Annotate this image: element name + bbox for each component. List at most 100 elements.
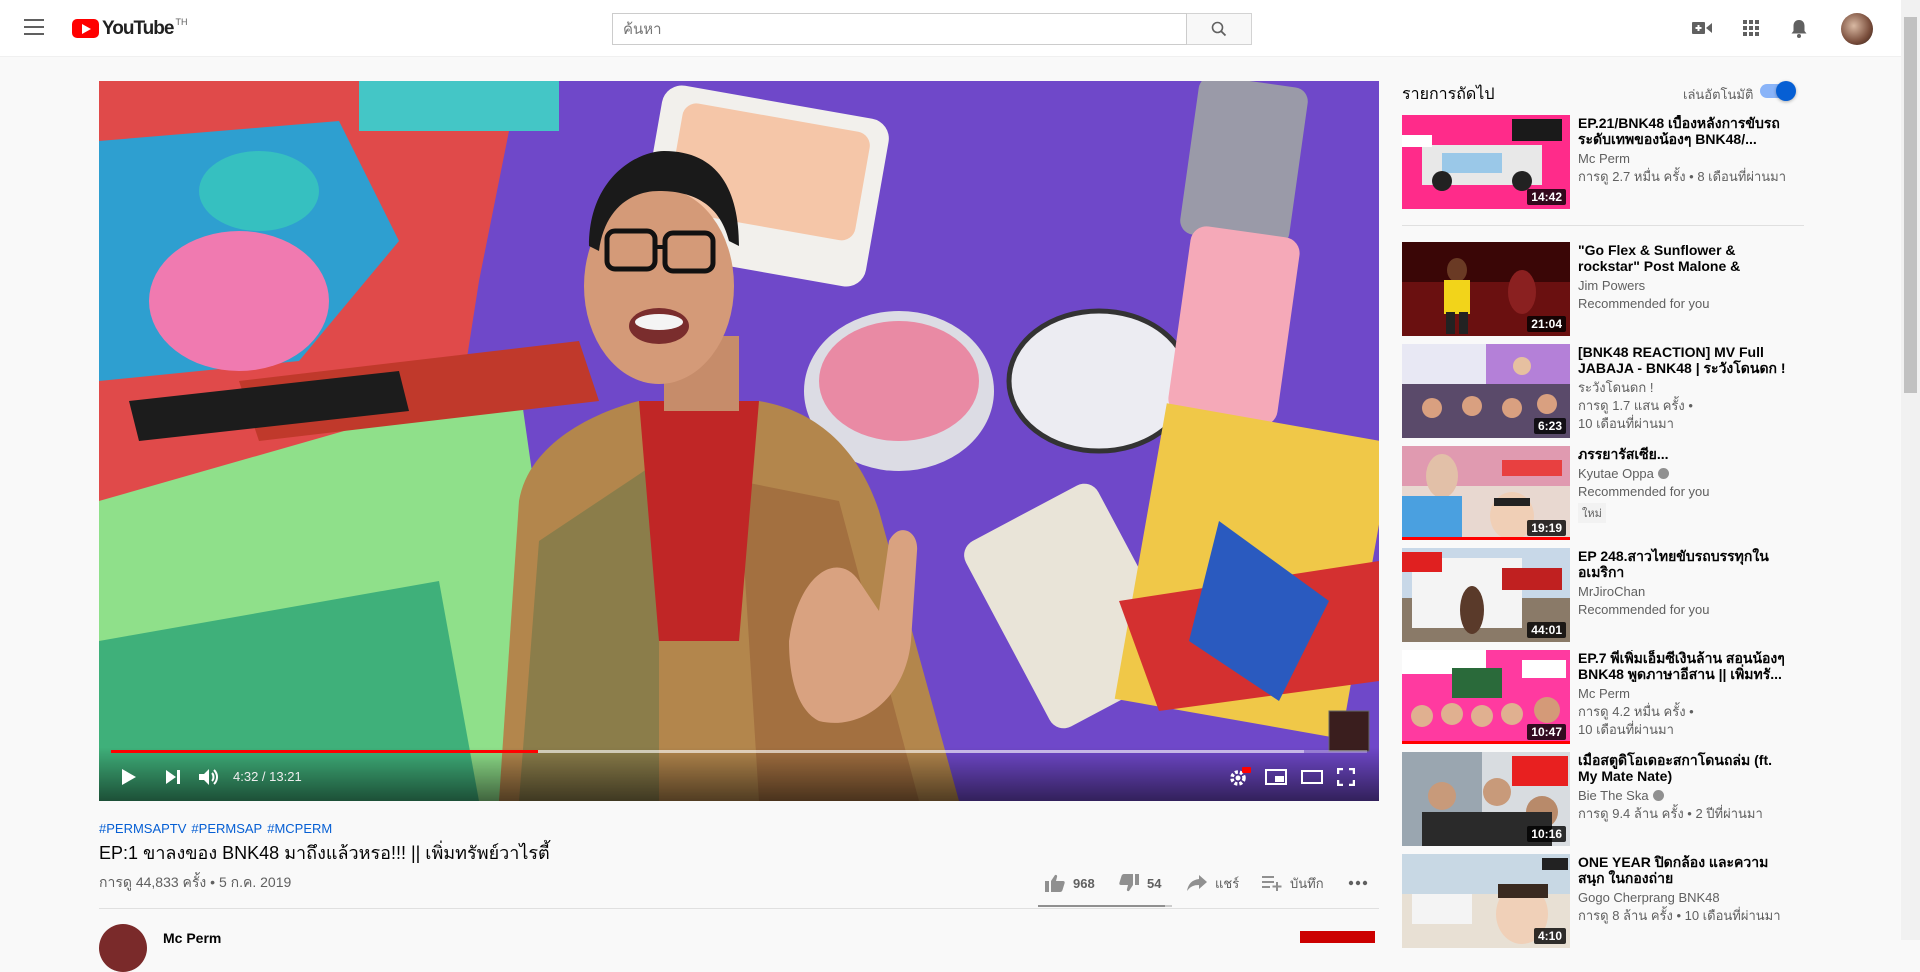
up-next-video[interactable]: 6:23 [BNK48 REACTION] MV Full JABAJA - B… [1402, 344, 1902, 438]
video-meta: การดู 4.2 หมื่น ครั้ง • [1578, 704, 1694, 719]
video-title[interactable]: EP.7 พี่เพิ่มเอ็มซีเงินล้าน สอนน้องๆ BNK… [1578, 650, 1788, 682]
video-duration: 10:47 [1527, 724, 1566, 740]
youtube-play-icon [72, 19, 99, 38]
page-scrollbar[interactable] [1901, 0, 1920, 940]
search-input[interactable] [613, 14, 1186, 44]
sentiment-bar-likes [1038, 905, 1166, 907]
video-duration: 6:23 [1533, 418, 1566, 434]
more-actions-button[interactable] [1348, 872, 1368, 894]
video-title[interactable]: EP.21/BNK48 เบื้องหลังการขับรถ ระดับเทพข… [1578, 115, 1788, 147]
play-icon [122, 769, 136, 785]
video-frame [99, 81, 1379, 801]
new-badge: ใหม่ [1578, 503, 1606, 523]
subscribe-button[interactable] [1300, 931, 1375, 943]
video-channel[interactable]: Bie The Ska [1578, 787, 1808, 805]
video-title[interactable]: EP 248.สาวไทยขับรถบรรทุกใน อเมริกา [1578, 548, 1788, 580]
video-thumbnail[interactable]: 44:01 [1402, 548, 1570, 642]
up-next-video[interactable]: 4:10 ONE YEAR ปิดกล้อง และความสนุก ในกอง… [1402, 854, 1902, 948]
create-video-icon[interactable] [1690, 16, 1714, 40]
video-player[interactable]: 4:32 / 13:21 [99, 81, 1379, 801]
video-channel[interactable]: Mc Perm [1578, 150, 1808, 168]
next-button[interactable] [165, 765, 181, 789]
video-duration: 10:16 [1527, 826, 1566, 842]
theater-mode-icon [1301, 770, 1323, 784]
video-meta: การดู 8 ล้าน ครั้ง • 10 เดือนที่ผ่านมา [1578, 908, 1781, 923]
share-button[interactable]: แชร์ [1187, 872, 1239, 894]
divider [99, 908, 1379, 909]
video-title[interactable]: "Go Flex & Sunflower & rockstar" Post Ma… [1578, 242, 1788, 274]
apps-grid-icon[interactable] [1739, 16, 1763, 40]
play-button[interactable] [121, 765, 137, 789]
autoplay-label: เล่นอัตโนมัติ [1683, 87, 1754, 102]
video-title[interactable]: ONE YEAR ปิดกล้อง และความสนุก ในกองถ่าย [1578, 854, 1788, 886]
verified-check-icon [1657, 468, 1669, 479]
video-title[interactable]: เมื่อสตูดิโอเดอะสกาโดนถล่ม (ft. My Mate … [1578, 752, 1788, 784]
video-channel[interactable]: Kyutae Oppa [1578, 465, 1808, 483]
share-label: แชร์ [1215, 875, 1240, 891]
settings-gear-icon [1230, 767, 1251, 786]
like-count: 968 [1073, 875, 1095, 891]
video-thumbnail[interactable]: 4:10 [1402, 854, 1570, 948]
like-button[interactable]: 968 [1045, 872, 1095, 894]
video-title: EP:1 ขาลงของ BNK48 มาถึงแล้วหรอ!!! || เพ… [99, 843, 550, 863]
up-next-video[interactable]: 44:01 EP 248.สาวไทยขับรถบรรทุกใน อเมริกา… [1402, 548, 1902, 642]
channel-avatar[interactable] [99, 924, 147, 972]
search-button[interactable] [1187, 13, 1252, 45]
theater-mode-button[interactable] [1301, 765, 1323, 789]
save-button[interactable]: บันทึก [1262, 872, 1324, 894]
notifications-bell-icon[interactable] [1787, 16, 1811, 40]
logo-text: YouTube [102, 18, 174, 39]
video-title[interactable]: [BNK48 REACTION] MV Full JABAJA - BNK48 … [1578, 344, 1788, 376]
video-channel[interactable]: Mc Perm [1578, 685, 1808, 703]
thumbs-up-icon [1045, 874, 1065, 892]
video-thumbnail[interactable]: 21:04 [1402, 242, 1570, 336]
account-avatar[interactable] [1841, 13, 1873, 45]
video-thumbnail[interactable]: 19:19 [1402, 446, 1570, 540]
watched-progress [1402, 741, 1570, 744]
volume-button[interactable] [199, 765, 219, 789]
search-icon [1211, 21, 1227, 37]
menu-icon[interactable] [24, 19, 44, 35]
channel-name[interactable]: Mc Perm [163, 930, 221, 946]
video-thumbnail[interactable]: 10:16 [1402, 752, 1570, 846]
time-display: 4:32 / 13:21 [233, 769, 302, 784]
hashtag-link[interactable]: #PERMSAP [191, 821, 262, 836]
verified-check-icon [1652, 790, 1664, 801]
miniplayer-button[interactable] [1265, 765, 1287, 789]
played-bar [111, 750, 539, 753]
hashtag-link[interactable]: #PERMSAPTV [99, 821, 186, 836]
watched-progress [1402, 537, 1570, 540]
up-next-video[interactable]: 19:19 ภรรยารัสเซีย... Kyutae Oppa Recomm… [1402, 446, 1902, 540]
up-next-video[interactable]: 10:47 EP.7 พี่เพิ่มเอ็มซีเงินล้าน สอนน้อ… [1402, 650, 1902, 744]
autoplay-toggle-knob [1776, 81, 1796, 101]
video-thumbnail[interactable]: 6:23 [1402, 344, 1570, 438]
dislike-button[interactable]: 54 [1119, 872, 1161, 894]
scrollbar-thumb[interactable] [1904, 17, 1917, 393]
fullscreen-icon [1337, 768, 1355, 786]
channel-name[interactable]: Bie The Ska [1578, 788, 1649, 803]
time-separator: / [258, 769, 270, 784]
logo-region: TH [175, 17, 188, 27]
volume-icon [199, 769, 218, 785]
up-next-heading: รายการถัดไป [1402, 86, 1495, 103]
up-next-video[interactable]: 21:04 "Go Flex & Sunflower & rockstar" P… [1402, 242, 1902, 336]
video-channel[interactable]: Jim Powers [1578, 277, 1808, 295]
progress-bar[interactable] [111, 750, 1367, 753]
hashtag-link[interactable]: #MCPERM [267, 821, 332, 836]
up-next-video[interactable]: 14:42 EP.21/BNK48 เบื้องหลังการขับรถ ระด… [1402, 115, 1902, 209]
video-channel[interactable]: Gogo Cherprang BNK48 [1578, 889, 1808, 907]
hashtags: #PERMSAPTV #PERMSAP #MCPERM [99, 821, 337, 836]
video-channel[interactable]: ระวังโดนดก ! [1578, 379, 1808, 397]
settings-button[interactable] [1229, 765, 1251, 789]
video-thumbnail[interactable]: 10:47 [1402, 650, 1570, 744]
video-title[interactable]: ภรรยารัสเซีย... [1578, 446, 1788, 462]
youtube-logo[interactable]: YouTube TH [72, 17, 188, 39]
fullscreen-button[interactable] [1337, 765, 1355, 789]
video-channel[interactable]: MrJiroChan [1578, 583, 1808, 601]
up-next-video[interactable]: 10:16 เมื่อสตูดิโอเดอะสกาโดนถล่ม (ft. My… [1402, 752, 1902, 846]
autoplay-toggle[interactable] [1760, 81, 1796, 101]
channel-name[interactable]: Kyutae Oppa [1578, 466, 1654, 481]
video-thumbnail[interactable]: 14:42 [1402, 115, 1570, 209]
thumbs-down-icon [1119, 874, 1139, 892]
next-icon [166, 770, 180, 784]
